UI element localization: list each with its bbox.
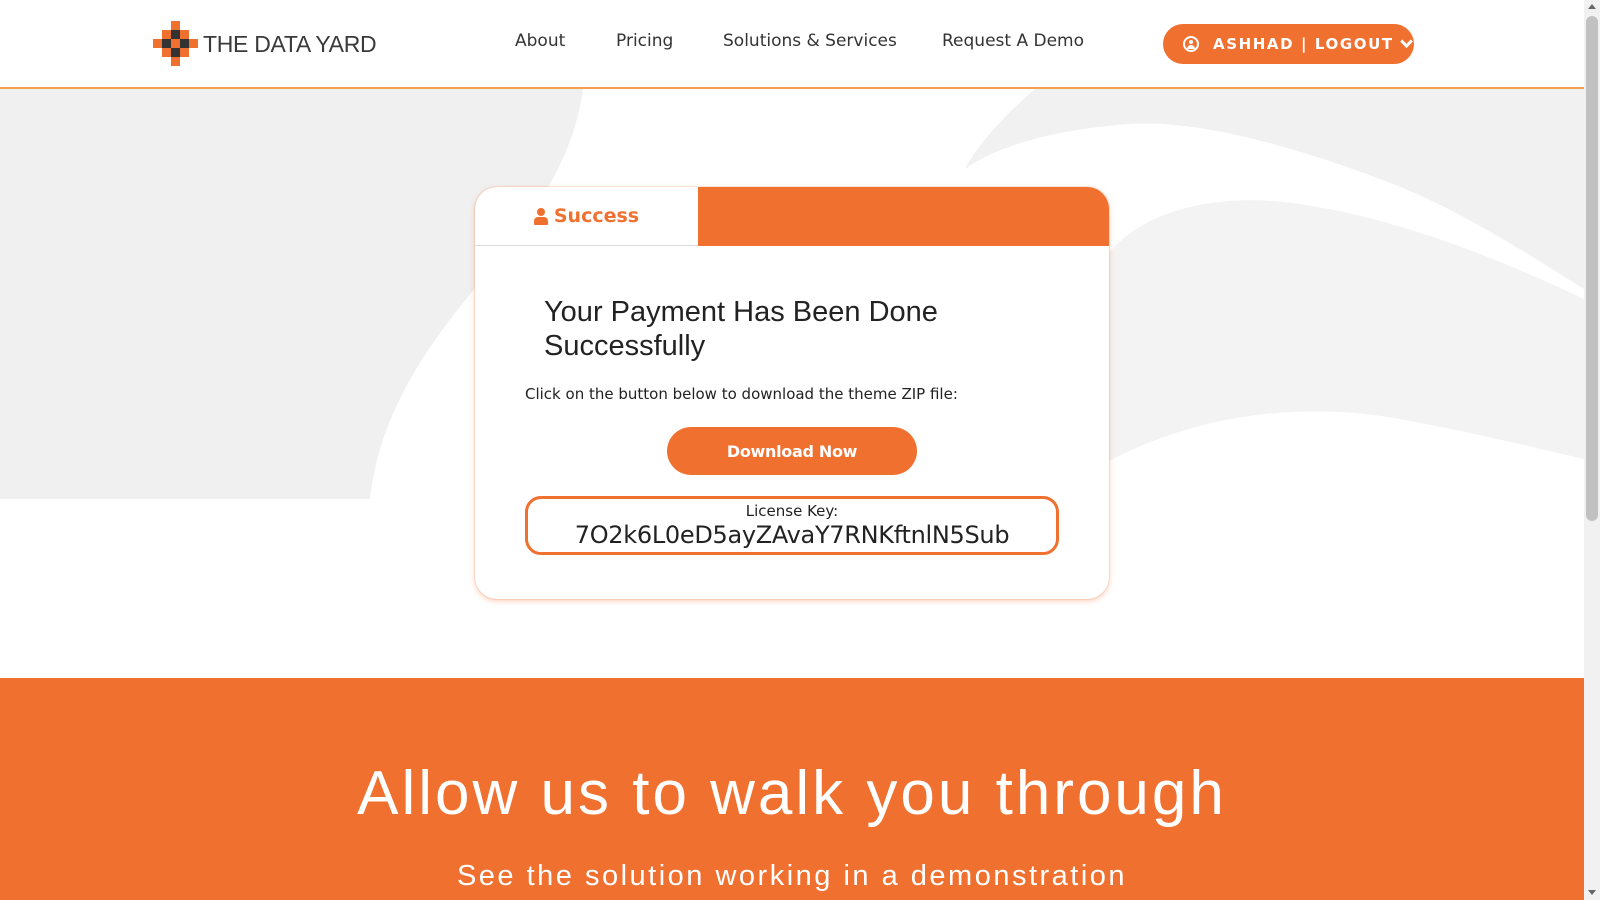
site-header: THE DATA YARD About Pricing Solutions & … — [0, 0, 1584, 89]
logo-mark-icon — [153, 21, 199, 67]
nav-item-about[interactable]: About — [515, 31, 565, 51]
user-menu-button[interactable]: ASHHAD | LOGOUT — [1163, 24, 1414, 64]
cta-subtitle: See the solution working in a demonstrat… — [456, 860, 1128, 892]
scroll-thumb[interactable] — [1586, 16, 1598, 521]
nav-item-solutions-services[interactable]: Solutions & Services — [723, 31, 897, 51]
license-key-label: License Key: — [745, 502, 839, 520]
site-logo[interactable]: THE DATA YARD — [153, 21, 377, 67]
person-icon — [533, 207, 548, 225]
download-instruction: Click on the button below to download th… — [525, 385, 958, 403]
scroll-up-arrow-icon[interactable] — [1588, 4, 1596, 9]
page-scrollbar[interactable] — [1584, 0, 1600, 900]
user-circle-icon — [1183, 36, 1199, 52]
license-key-box: License Key: 7O2k6L0eD5ayZAvaY7RNKftnlN5… — [525, 496, 1059, 555]
nav-item-request-demo[interactable]: Request A Demo — [942, 31, 1084, 51]
nav-item-pricing[interactable]: Pricing — [616, 31, 673, 51]
logo-text: THE DATA YARD — [203, 30, 377, 57]
tab-success-label: Success — [553, 205, 640, 227]
download-now-button[interactable]: Download Now — [667, 427, 917, 475]
scroll-down-arrow-icon[interactable] — [1588, 890, 1596, 895]
license-key-value[interactable]: 7O2k6L0eD5ayZAvaY7RNKftnlN5Sub — [528, 521, 1056, 549]
tab-success[interactable]: Success — [475, 187, 698, 246]
payment-success-card: Success Your Payment Has Been Done Succe… — [475, 187, 1109, 599]
demo-cta-section: Allow us to walk you through See the sol… — [0, 678, 1584, 900]
payment-success-title: Your Payment Has Been Done Successfully — [544, 296, 938, 362]
chevron-down-icon — [1399, 34, 1413, 48]
cta-title: Allow us to walk you through — [357, 759, 1227, 828]
user-menu-label: ASHHAD | LOGOUT — [1213, 35, 1394, 53]
